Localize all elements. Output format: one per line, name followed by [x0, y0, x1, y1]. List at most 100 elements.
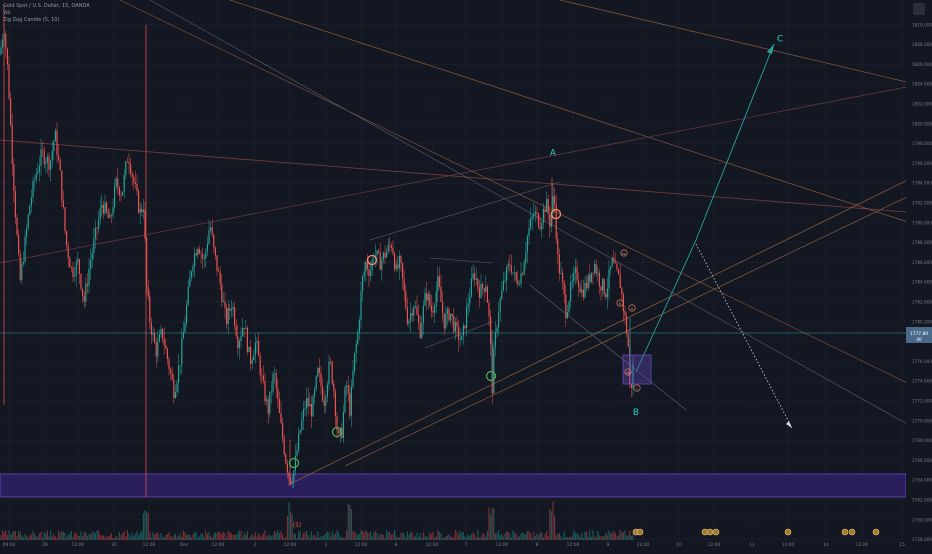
volume-bar: [243, 532, 245, 540]
volume-bar: [261, 535, 263, 540]
volume-bar: [242, 537, 244, 540]
volume-bar: [126, 530, 128, 540]
wave-label-a: A: [550, 148, 557, 158]
volume-bar: [178, 535, 180, 540]
event-icon[interactable]: [712, 528, 720, 536]
event-icon[interactable]: [848, 528, 856, 536]
candle-body: [502, 280, 504, 291]
volume-bar: [213, 533, 215, 540]
volume-bar: [522, 532, 524, 540]
volume-bar: [195, 532, 197, 540]
volume-bar: [2, 530, 4, 540]
chart-root[interactable]: A B Civ v iii ii i (5) 1810.000 1808.000 1806.000 1…: [0, 0, 932, 550]
candle-body: [267, 399, 269, 414]
volume-bar: [176, 536, 178, 540]
volume-bar: [211, 537, 213, 540]
volume-bar: [602, 536, 604, 540]
volume-bar: [109, 535, 111, 540]
volume-bar: [357, 535, 359, 540]
volume-bar: [613, 530, 615, 540]
candle-body: [624, 311, 626, 317]
volume-bar: [469, 535, 471, 540]
candle-body: [402, 263, 404, 279]
candle-body: [6, 48, 8, 65]
volume-bar: [507, 532, 509, 540]
candle-body: [477, 278, 479, 287]
volume-bar: [366, 532, 368, 540]
candle-body: [142, 209, 144, 212]
volume-bar: [294, 533, 296, 540]
candle-body: [11, 124, 13, 165]
wave-label-b: B: [633, 408, 639, 418]
candle-body: [480, 284, 482, 298]
volume-bar: [315, 536, 317, 540]
volume-bar: [8, 530, 10, 540]
volume-bar: [574, 532, 576, 540]
candle-body: [512, 272, 514, 274]
volume-bar: [454, 530, 456, 540]
candle-body: [472, 273, 474, 279]
candle-body: [482, 284, 484, 289]
candle-body: [26, 228, 28, 237]
candle-body: [197, 248, 199, 256]
volume-bar: [326, 531, 328, 540]
candle-body: [442, 301, 444, 314]
volume-bar: [526, 531, 528, 540]
candle-body: [38, 165, 40, 172]
volume-bar: [506, 531, 508, 540]
volume-bar: [35, 536, 37, 540]
candle-body: [325, 396, 327, 406]
price-tick-label: 1768.000: [912, 438, 932, 443]
event-icon[interactable]: [872, 528, 880, 536]
volume-bar: [322, 536, 324, 540]
volume-bar: [598, 534, 600, 540]
candle-body: [150, 322, 152, 335]
candle-body: [445, 314, 447, 329]
candle-body: [120, 195, 122, 197]
volume-bar: [13, 530, 15, 540]
candle-body: [294, 455, 296, 471]
candle-body: [426, 292, 428, 301]
candle-body: [235, 325, 237, 337]
candle-body: [216, 255, 218, 271]
candle-body: [542, 208, 544, 224]
event-icon[interactable]: [706, 528, 714, 536]
time-tick-label: 12:00: [856, 542, 869, 548]
volume-bar: [435, 536, 437, 540]
volume-bar: [379, 533, 381, 540]
event-icon[interactable]: [784, 528, 792, 536]
candle-body: [330, 361, 332, 363]
candle-body: [509, 264, 511, 266]
volume-bar: [402, 532, 404, 540]
candle-body: [42, 149, 44, 151]
volume-bar: [112, 537, 114, 540]
volume-bar: [162, 536, 164, 540]
volume-bar: [373, 532, 375, 540]
candle-body: [582, 289, 584, 298]
event-icon[interactable]: [841, 528, 849, 536]
volume-bar: [32, 530, 34, 540]
candle-body: [250, 346, 252, 364]
candle-body: [541, 223, 543, 230]
event-icon[interactable]: [636, 528, 644, 536]
volume-bar: [467, 534, 469, 540]
time-tick-label: 30: [111, 542, 117, 548]
price-tick-label: 1758.000: [912, 537, 932, 542]
current-price-sub: 00: [916, 337, 922, 342]
candle-body: [293, 470, 295, 482]
volume-bar: [485, 537, 487, 540]
volume-bar: [386, 530, 388, 540]
volume-bar: [477, 530, 479, 540]
volume-bar: [237, 532, 239, 540]
volume-bar: [371, 536, 373, 540]
candle-body: [435, 291, 437, 307]
volume-bar: [339, 537, 341, 540]
chart-svg[interactable]: ABCivviiiiii(5)1810.0001808.0001806.0001…: [0, 0, 932, 550]
volume-bar: [478, 537, 480, 540]
volume-bar: [462, 531, 464, 540]
volume-bar: [288, 502, 290, 540]
volume-bar: [200, 533, 202, 540]
volume-bar: [450, 536, 452, 540]
candle-body: [350, 386, 352, 416]
candle-body: [613, 257, 615, 263]
